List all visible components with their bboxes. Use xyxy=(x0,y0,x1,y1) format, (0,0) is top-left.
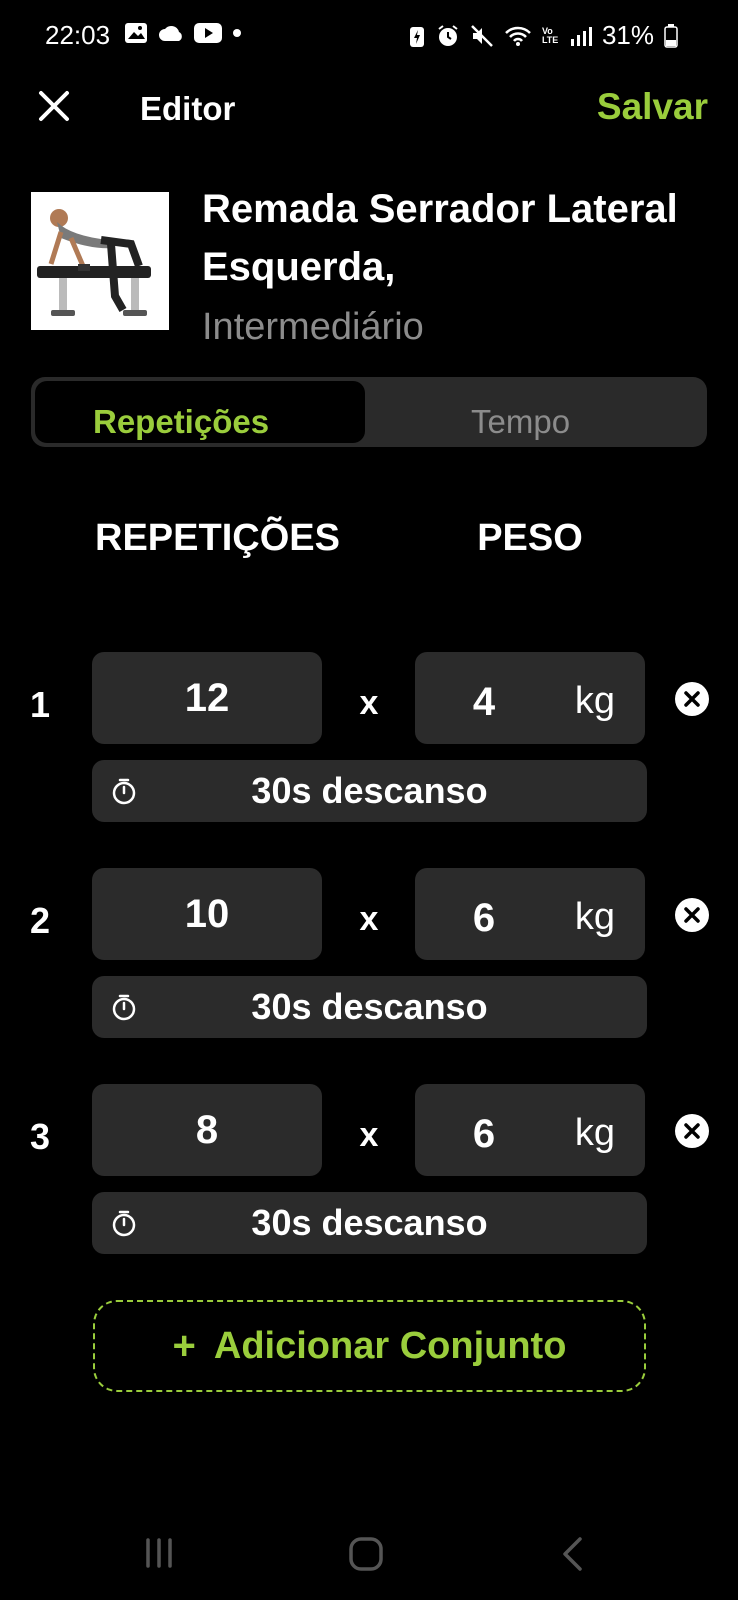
weight-unit: kg xyxy=(574,896,615,938)
status-time: 22:03 xyxy=(45,20,111,50)
battery-saver-icon xyxy=(409,26,424,47)
status-bar: 22:03 Vo LTE 31% xyxy=(0,0,738,72)
multiply-sign: x xyxy=(359,1116,379,1154)
cloud-icon xyxy=(159,25,182,41)
stopwatch-icon xyxy=(112,994,136,1021)
set-number: 3 xyxy=(30,1116,51,1157)
column-header-weight: PESO xyxy=(477,517,583,559)
home-icon[interactable] xyxy=(348,1536,384,1572)
set-number: 2 xyxy=(30,900,51,941)
battery-percent: 31% xyxy=(601,20,654,50)
plus-icon: + xyxy=(172,1323,196,1368)
exercise-name: Remada Serrador Lateral Esquerda, xyxy=(202,187,678,289)
gallery-icon xyxy=(125,23,147,43)
rest-timer-button[interactable]: 30s descanso xyxy=(92,760,647,822)
column-header-reps: REPETIÇÕES xyxy=(95,517,340,559)
stopwatch-icon xyxy=(112,778,136,805)
tab-tempo[interactable]: Tempo xyxy=(471,403,570,441)
alarm-icon xyxy=(438,24,458,46)
reps-input[interactable]: 8 xyxy=(92,1084,322,1176)
page-title: Editor xyxy=(140,90,236,127)
set-number: 1 xyxy=(30,684,51,725)
weight-input[interactable]: 6 kg xyxy=(415,1084,645,1176)
dot-icon xyxy=(233,29,241,37)
save-button[interactable]: Salvar xyxy=(597,86,708,128)
tab-repeticoes[interactable]: Repetições xyxy=(93,403,269,441)
rest-timer-button[interactable]: 30s descanso xyxy=(92,976,647,1038)
exercise-thumbnail xyxy=(31,192,169,330)
rest-label: 30s descanso xyxy=(251,1202,488,1243)
exercise-level: Intermediário xyxy=(202,306,424,348)
mode-tabs: Repetições Tempo xyxy=(31,377,707,447)
recent-apps-icon[interactable] xyxy=(142,1536,176,1570)
add-set-button[interactable]: + Adicionar Conjunto xyxy=(93,1300,646,1392)
youtube-icon xyxy=(194,23,222,43)
back-icon[interactable] xyxy=(560,1536,586,1572)
delete-set-icon[interactable] xyxy=(675,1114,709,1148)
weight-value: 6 xyxy=(472,896,496,940)
weight-value: 4 xyxy=(472,680,496,724)
add-set-label: Adicionar Conjunto xyxy=(213,1324,567,1367)
system-icons: Vo LTE 31% xyxy=(408,20,678,51)
weight-input[interactable]: 6 kg xyxy=(415,868,645,960)
system-nav-bar xyxy=(0,1500,738,1600)
reps-input[interactable]: 12 xyxy=(92,652,322,744)
stopwatch-icon xyxy=(112,1210,136,1237)
rest-timer-button[interactable]: 30s descanso xyxy=(92,1192,647,1254)
weight-input[interactable]: 4 kg xyxy=(415,652,645,744)
wifi-icon xyxy=(505,26,531,46)
weight-value: 6 xyxy=(472,1112,496,1156)
volte-label: Vo LTE xyxy=(541,25,559,45)
weight-unit: kg xyxy=(574,1112,615,1154)
multiply-sign: x xyxy=(359,684,379,722)
multiply-sign: x xyxy=(359,900,379,938)
rest-label: 30s descanso xyxy=(251,986,488,1027)
delete-set-icon[interactable] xyxy=(675,898,709,932)
exercise-illustration xyxy=(31,192,169,330)
rest-label: 30s descanso xyxy=(251,770,488,811)
signal-icon xyxy=(570,26,592,46)
mute-icon xyxy=(471,24,493,47)
close-icon[interactable] xyxy=(36,88,72,124)
battery-icon xyxy=(664,23,678,48)
weight-unit: kg xyxy=(574,680,615,722)
reps-input[interactable]: 10 xyxy=(92,868,322,960)
notification-icons xyxy=(124,22,242,44)
delete-set-icon[interactable] xyxy=(675,682,709,716)
